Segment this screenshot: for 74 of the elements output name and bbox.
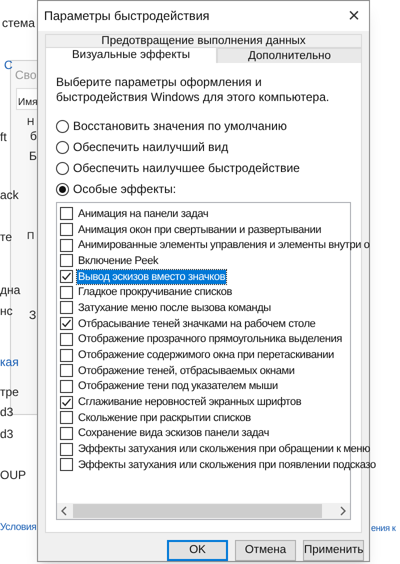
background-text: Имя: [18, 96, 38, 110]
background-text: стема: [2, 16, 35, 31]
window-title: Параметры быстродействия: [44, 8, 210, 25]
radio-label[interactable]: Особые эффекты:: [73, 180, 176, 198]
background-text: З: [29, 308, 36, 323]
dialog-button[interactable]: Отмена: [235, 540, 296, 561]
checkbox[interactable]: [60, 270, 73, 284]
radio-button[interactable]: [56, 162, 69, 174]
checkbox-label[interactable]: Отображение тени под указателем мыши: [77, 379, 279, 394]
radio-label[interactable]: Восстановить значения по умолчанию: [73, 117, 287, 135]
tab[interactable]: Дополнительно: [217, 48, 362, 63]
background-text: дна: [0, 283, 20, 298]
close-button[interactable]: ×: [339, 3, 369, 29]
checkbox[interactable]: [60, 411, 73, 424]
checkbox[interactable]: [60, 254, 73, 268]
checkbox[interactable]: [60, 442, 73, 456]
background-text: d3: [0, 427, 14, 442]
background-text: те: [0, 230, 12, 245]
checkbox-label[interactable]: Анимация на панели задач: [77, 206, 210, 221]
checkbox[interactable]: [60, 380, 73, 393]
description-text: Выберите параметры оформления и быстродействия Windows для этого компьютера.: [56, 75, 330, 105]
checkbox-label[interactable]: Эффекты затухания или скольжения при появлении подсказо: [77, 458, 377, 472]
tab[interactable]: Предотвращение выполнения данных: [45, 34, 362, 48]
checkbox[interactable]: [60, 396, 73, 409]
radio-button[interactable]: [56, 120, 69, 132]
tab[interactable]: Визуальные эффекты: [45, 47, 217, 63]
checkbox-label[interactable]: Эффекты затухания или скольжения при обращении к меню: [77, 442, 372, 456]
checkbox-label[interactable]: Сохранение вида эскизов панели задач: [77, 426, 270, 440]
background-text: ack: [0, 188, 19, 203]
checkbox-label[interactable]: Гладкое прокручивание списков: [77, 285, 233, 300]
radio-label[interactable]: Обеспечить наилучший вид: [73, 138, 228, 156]
checkbox[interactable]: [60, 286, 73, 299]
checkbox[interactable]: [60, 426, 73, 440]
background-text: б: [30, 129, 37, 144]
checkbox-label[interactable]: Отображение теней, отбрасываемых окнами: [77, 364, 296, 378]
radio-label[interactable]: Обеспечить наилучшее быстродействие: [73, 159, 300, 177]
checkbox[interactable]: [60, 223, 73, 236]
background-text: П: [27, 230, 34, 244]
checkbox-label[interactable]: Затухание меню после вызова команды: [77, 300, 272, 315]
background-text: Сво: [15, 68, 37, 83]
checkbox-label[interactable]: Отбрасывание теней значками на рабочем столе: [77, 316, 316, 331]
checkbox[interactable]: [60, 317, 73, 330]
checkbox-label[interactable]: Включение Peek: [77, 254, 160, 268]
checkbox-label[interactable]: Сглаживание неровностей экранных шрифтов: [77, 395, 302, 410]
background-text: Н: [27, 116, 34, 130]
checkbox-label[interactable]: Отображение прозрачного прямоугольника выделения: [77, 332, 344, 346]
checkbox[interactable]: [60, 458, 73, 472]
checkbox[interactable]: [60, 348, 73, 362]
checkbox-label[interactable]: Отображение содержимого окна при перетаскивании: [77, 348, 335, 362]
background-text: нс: [0, 304, 13, 319]
checkbox[interactable]: [60, 332, 73, 346]
link[interactable]: ения к: [371, 521, 396, 536]
background-text: OUP: [0, 468, 26, 483]
checkbox-label[interactable]: Скольжение при раскрытии списков: [77, 410, 252, 425]
link[interactable]: Условия: [0, 520, 36, 535]
scrollbar-thumb[interactable]: [73, 504, 322, 518]
link[interactable]: кая: [0, 355, 19, 370]
dialog-button[interactable]: OK: [167, 540, 228, 561]
horizontal-scrollbar[interactable]: [57, 503, 350, 519]
checkbox-label[interactable]: Анимированные элементы управления и элементы внутри о: [77, 238, 370, 252]
background-text: Б: [29, 149, 37, 164]
checkbox-label[interactable]: Вывод эскизов вместо значков: [77, 270, 226, 284]
radio-button[interactable]: [56, 140, 69, 154]
dialog-button[interactable]: Применить: [303, 540, 364, 561]
checkbox[interactable]: [60, 238, 73, 252]
background-text: тре: [0, 385, 19, 400]
checkbox[interactable]: [60, 364, 73, 378]
link[interactable]: С: [4, 58, 13, 73]
background-text: ft: [0, 130, 7, 145]
checkbox[interactable]: [60, 207, 73, 220]
checkbox-label[interactable]: Анимация окон при свертывании и развертывании: [77, 222, 322, 237]
background-text: d3: [0, 405, 14, 420]
radio-button[interactable]: [56, 182, 69, 196]
checkbox[interactable]: [60, 301, 73, 314]
